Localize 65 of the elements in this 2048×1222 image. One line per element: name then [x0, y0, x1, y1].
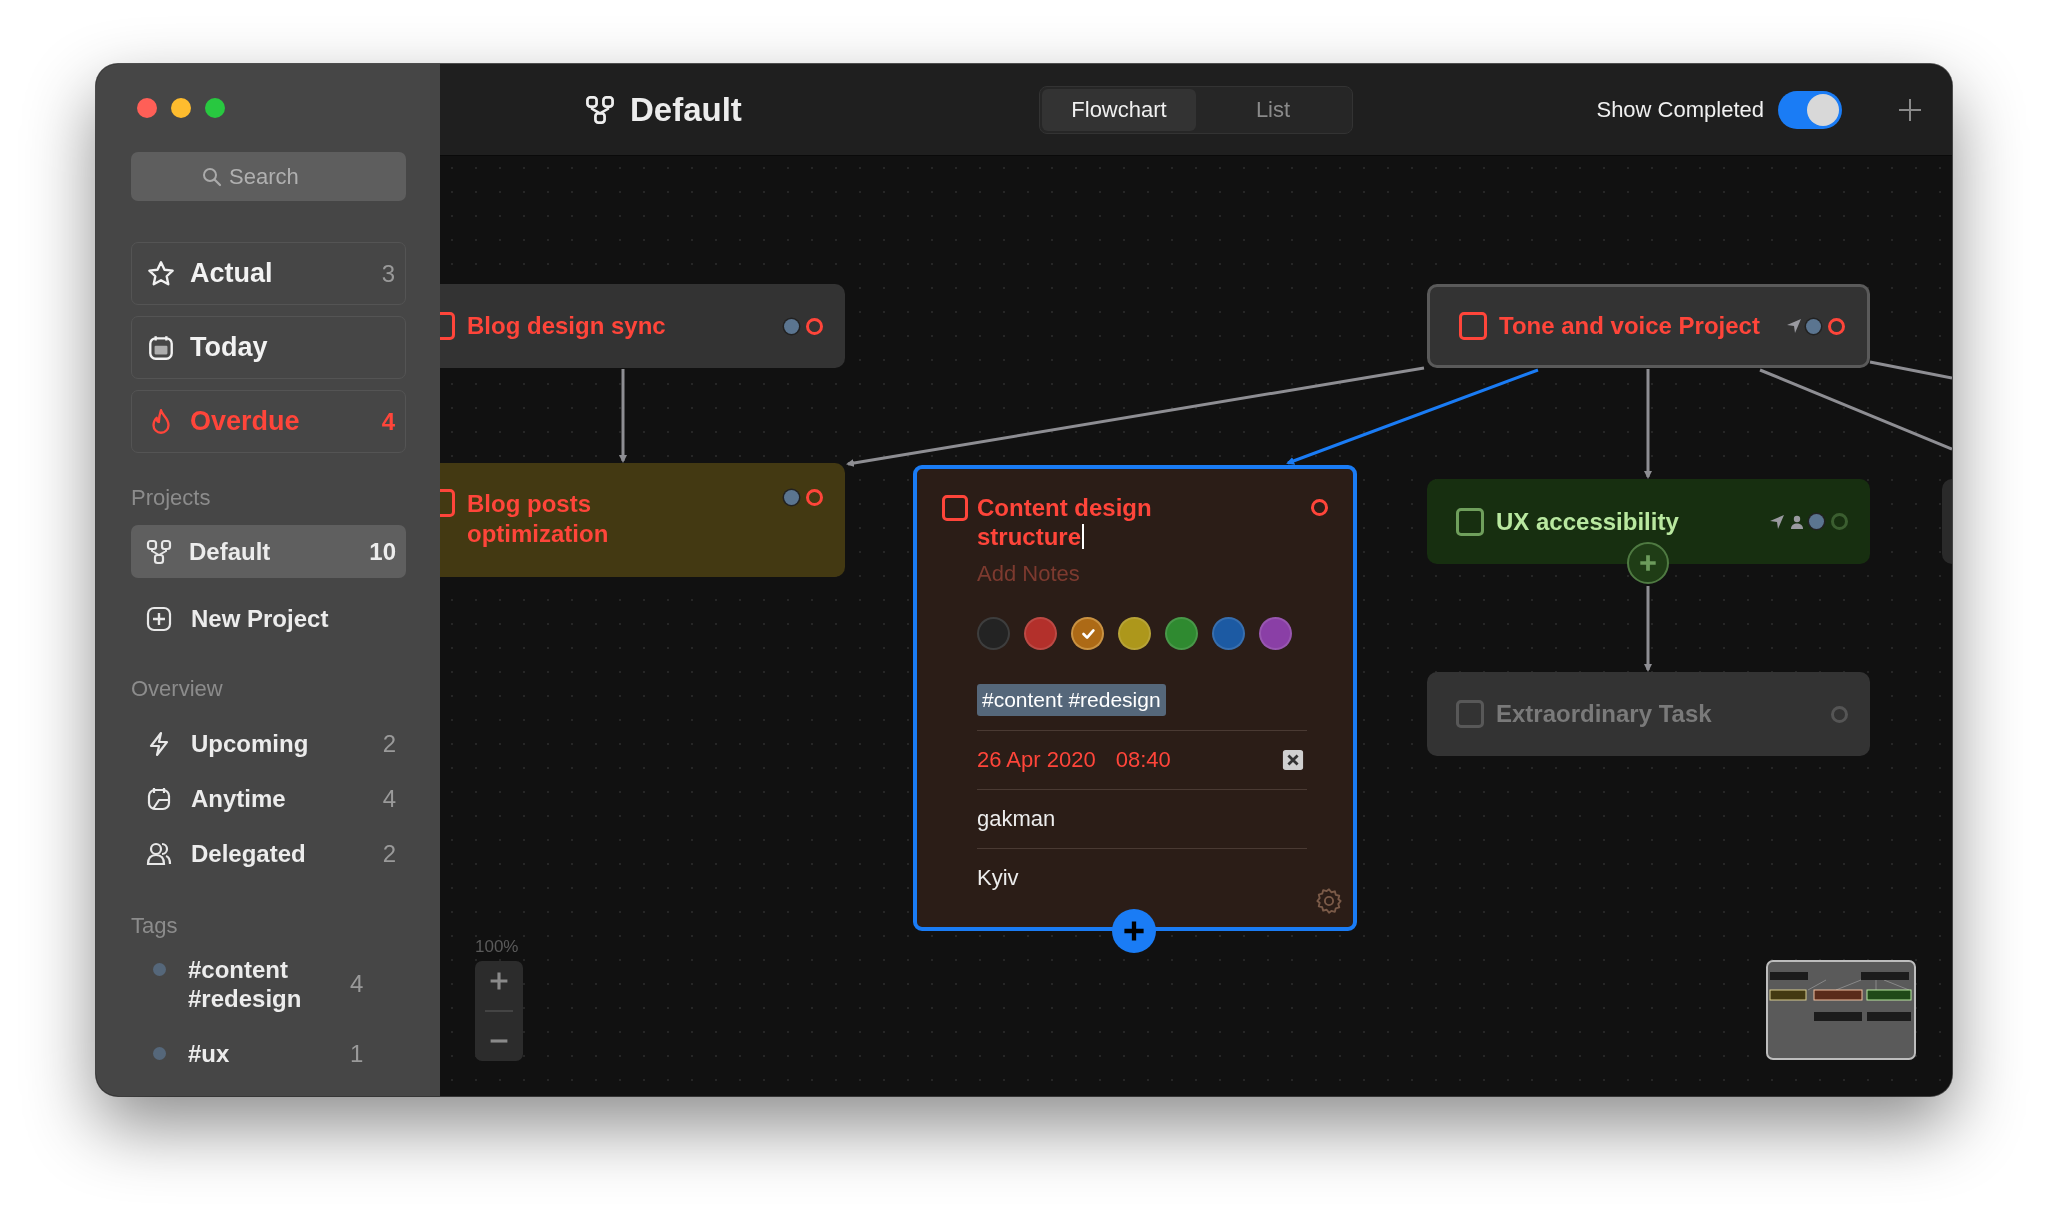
tag-dot [1806, 318, 1821, 334]
status-ring [1831, 705, 1848, 723]
person-icon [1789, 513, 1805, 530]
overview-item[interactable]: Upcoming 2 [131, 716, 406, 771]
tag-dot [1809, 514, 1824, 529]
tag-dot [784, 490, 799, 505]
settings-icon[interactable] [1315, 887, 1343, 915]
overview-item[interactable]: Delegated 2 [131, 826, 406, 881]
smart-list-item[interactable]: Today [131, 316, 406, 379]
show-completed-label: Show Completed [1596, 96, 1764, 123]
task-title: UX accessibility [1496, 506, 1679, 537]
tag-chip[interactable]: #content #redesign [977, 684, 1166, 716]
task-title: Blog posts optimization [467, 489, 610, 549]
project-item[interactable]: Default 10 [131, 525, 406, 578]
status-ring [806, 489, 823, 506]
zoom-level: 100% [475, 937, 519, 957]
status-ring [1831, 513, 1848, 530]
nodes-icon [145, 537, 173, 566]
task-checkbox[interactable] [1459, 312, 1487, 340]
color-swatch[interactable] [1071, 617, 1104, 650]
task-card[interactable]: Blog design sync [440, 284, 845, 368]
task-card[interactable]: Tone and voice Project [1427, 284, 1870, 368]
view-tab[interactable]: List [1196, 88, 1350, 131]
plus-icon [1637, 552, 1659, 574]
minimap-drawing[interactable] [1766, 960, 1916, 1060]
zoom-button[interactable] [205, 98, 225, 118]
task-card[interactable]: UX accessibility [1427, 479, 1870, 564]
task-checkbox[interactable] [1456, 507, 1484, 536]
search-field[interactable]: Search [131, 152, 406, 201]
location-arrow-icon [1769, 513, 1785, 530]
task-title: Blog design sync [467, 311, 666, 341]
close-button[interactable] [137, 98, 157, 118]
minimize-button[interactable] [171, 98, 191, 118]
tag-dot [784, 318, 799, 334]
section-heading: Tags [131, 913, 179, 939]
tag-item[interactable]: #ux 1 [131, 1037, 406, 1092]
project-title: Default [630, 90, 742, 129]
task-title-field[interactable]: Content design structure [977, 493, 1167, 551]
add-task-button[interactable] [1627, 542, 1669, 584]
due-time[interactable]: 08:40 [1115, 747, 1171, 773]
tag-item[interactable]: #content #redesign 4 [131, 953, 406, 1037]
assignee-field[interactable]: gakman [977, 806, 1056, 832]
location-field[interactable]: Kyiv [977, 865, 1019, 891]
search-icon [202, 167, 222, 187]
status-ring [1311, 499, 1328, 516]
add-task-button[interactable] [1112, 909, 1156, 953]
task-title: Extraordinary Task [1496, 699, 1712, 729]
section-heading: Overview [131, 676, 224, 702]
location-arrow-icon [1786, 318, 1802, 334]
notes-field[interactable]: Add Notes [977, 561, 1177, 587]
task-checkbox[interactable] [942, 495, 968, 521]
view-tab[interactable]: Flowchart [1042, 88, 1196, 131]
overview-item[interactable]: Anytime 4 [131, 771, 406, 826]
plus-icon [145, 605, 173, 633]
due-date[interactable]: 26 Apr 2020 [977, 747, 1096, 773]
show-completed-toggle[interactable] [1778, 90, 1842, 129]
nodes-icon [584, 93, 616, 126]
status-ring [1828, 317, 1845, 335]
clear-icon[interactable] [1282, 749, 1304, 771]
section-heading: Projects [131, 485, 212, 511]
plus-icon [1122, 919, 1146, 943]
smart-list-item[interactable]: Actual 3 [131, 242, 406, 305]
status-ring [806, 317, 823, 335]
task-title: Tone and voice Project [1499, 311, 1760, 341]
new-project-button[interactable]: New Project [131, 594, 406, 644]
